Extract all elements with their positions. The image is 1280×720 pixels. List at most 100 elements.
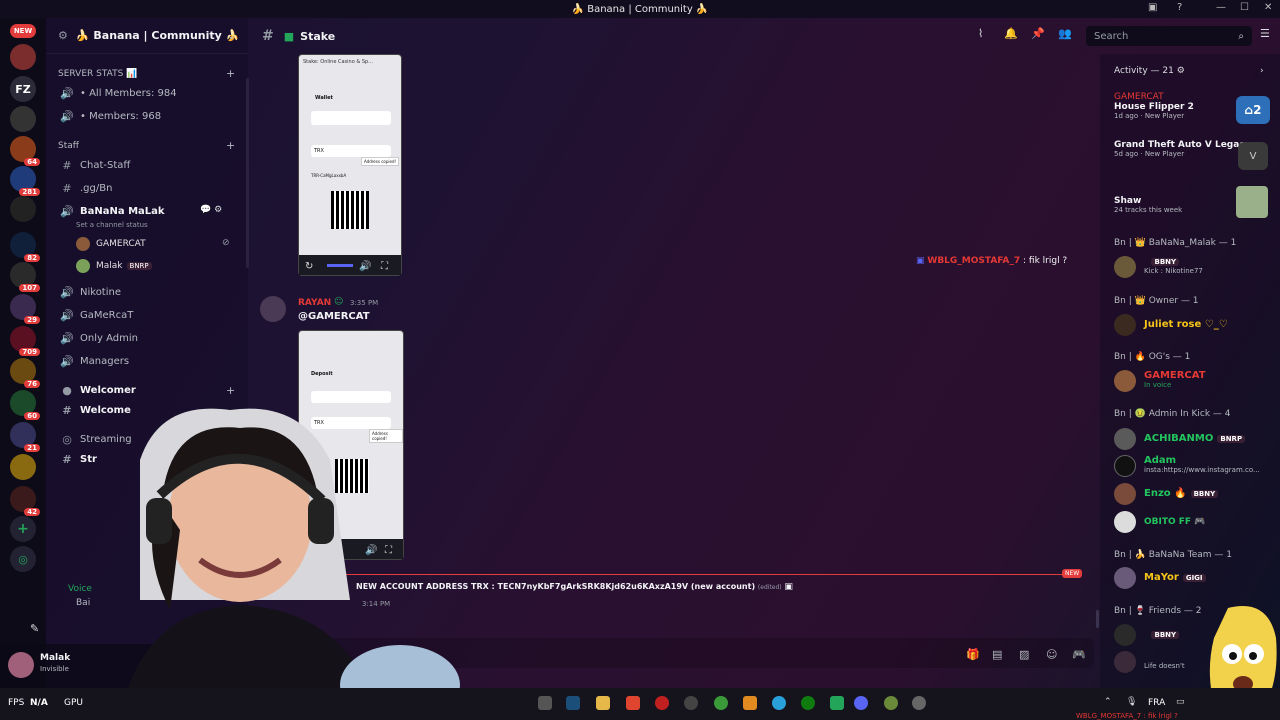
- server-icon[interactable]: 281: [10, 166, 40, 196]
- server-icon[interactable]: [10, 44, 36, 70]
- channel-managers[interactable]: 🔊 Managers: [60, 352, 129, 370]
- channel-title: Stake: [300, 29, 336, 43]
- avatar[interactable]: [8, 652, 34, 678]
- app-icon[interactable]: [684, 696, 698, 710]
- member-list-icon[interactable]: 👥: [1058, 27, 1072, 40]
- add-server-icon[interactable]: +: [10, 516, 36, 542]
- voice-user[interactable]: GAMERCAT: [76, 235, 146, 253]
- member-row[interactable]: ACHIBANMO BNRP: [1114, 428, 1246, 450]
- chevron-right-icon[interactable]: ›: [1260, 66, 1264, 76]
- category-staff[interactable]: Staff: [58, 141, 79, 151]
- close-button[interactable]: ✕: [1264, 2, 1272, 13]
- channel-only-admin[interactable]: 🔊 Only Admin: [60, 329, 138, 347]
- server-icon[interactable]: FZ: [10, 76, 36, 102]
- taskbar-app-icon[interactable]: [538, 696, 552, 710]
- chat-scrollbar[interactable]: [1096, 610, 1099, 628]
- chrome-icon[interactable]: [714, 696, 728, 710]
- member-row[interactable]: Life doesn't: [1114, 651, 1185, 673]
- discover-icon[interactable]: ◎: [10, 546, 36, 572]
- play-icon[interactable]: [830, 696, 844, 710]
- steam-icon[interactable]: [566, 696, 580, 710]
- add-channel-icon[interactable]: +: [226, 384, 235, 397]
- gif-icon[interactable]: ▤: [992, 648, 1002, 661]
- channel-nikotine[interactable]: 🔊 Nikotine: [60, 283, 121, 301]
- channel-gg-bn[interactable]: # .gg/Bn: [60, 179, 112, 197]
- member-row[interactable]: BBNY Kick : Nikotine77: [1114, 256, 1203, 278]
- voice-channel-banana-malak[interactable]: 🔊 BaNaNa MaLak: [60, 202, 164, 220]
- member-row[interactable]: Juliet rose ♡_♡: [1114, 314, 1228, 336]
- add-channel-icon[interactable]: +: [226, 139, 235, 152]
- search-input[interactable]: Search ⌕: [1086, 26, 1252, 46]
- mic-icon[interactable]: 🎙: [1126, 697, 1137, 707]
- message-author[interactable]: WBLG_MOSTAFA_7: [927, 256, 1020, 266]
- avatar[interactable]: [260, 296, 286, 322]
- channel-settings-icon[interactable]: 💬 ⚙: [200, 205, 222, 215]
- sidebar-scrollbar[interactable]: [246, 78, 249, 268]
- inbox-icon[interactable]: ▣: [1148, 2, 1157, 13]
- gift-icon[interactable]: 🎁: [966, 648, 980, 661]
- volume-icon[interactable]: 🔊: [359, 261, 371, 272]
- maximize-button[interactable]: ☐: [1240, 2, 1249, 13]
- language-indicator[interactable]: FRA: [1148, 698, 1165, 708]
- help-icon[interactable]: ?: [1177, 2, 1182, 13]
- channel-members[interactable]: 🔊 • Members: 968: [60, 107, 161, 125]
- app-icon[interactable]: [743, 696, 757, 710]
- server-icon[interactable]: [10, 196, 36, 222]
- server-icon[interactable]: 709: [10, 326, 40, 356]
- threads-icon[interactable]: ⌇: [978, 27, 983, 40]
- inbox-icon[interactable]: ☰: [1260, 27, 1270, 40]
- telegram-icon[interactable]: [772, 696, 786, 710]
- category-server-stats[interactable]: SERVER STATS 📊: [58, 69, 137, 79]
- emoji-icon[interactable]: ☺: [1046, 648, 1057, 661]
- member-row[interactable]: BBNY: [1114, 624, 1180, 646]
- member-row[interactable]: OBITO FF 🎮: [1114, 511, 1205, 533]
- disconnect-icon[interactable]: ✎: [30, 622, 39, 635]
- member-row[interactable]: Enzo 🔥 BBNY: [1114, 483, 1219, 505]
- channel-status-hint[interactable]: Set a channel status: [76, 221, 148, 229]
- member-row[interactable]: Adam insta:https://www.instagram.co...: [1114, 455, 1260, 477]
- message-author[interactable]: RAYAN: [298, 298, 331, 308]
- server-icon[interactable]: [10, 454, 36, 480]
- minimize-button[interactable]: —: [1216, 2, 1226, 13]
- chevron-up-icon[interactable]: ⌃: [1104, 697, 1112, 707]
- server-icon[interactable]: 60: [10, 390, 40, 420]
- xbox-icon[interactable]: [801, 696, 815, 710]
- voice-user[interactable]: Malak BNRP: [76, 257, 152, 275]
- activity-header[interactable]: Activity — 21 ⚙: [1114, 66, 1185, 76]
- category-welcomer[interactable]: ● Welcomer: [60, 381, 136, 399]
- server-icon[interactable]: 64: [10, 136, 40, 166]
- discord-icon[interactable]: [854, 696, 868, 710]
- app-icon[interactable]: [655, 696, 669, 710]
- member-row[interactable]: GAMERCAT In voice: [1114, 370, 1206, 392]
- server-header[interactable]: ⚙ 🍌 Banana | Community 🍌 ⌄: [46, 18, 248, 54]
- member-row[interactable]: MaYor GIGI: [1114, 567, 1206, 589]
- apps-icon[interactable]: 🎮: [1072, 648, 1086, 661]
- fullscreen-icon[interactable]: ⛶: [381, 261, 388, 272]
- sticker-icon[interactable]: ▨: [1019, 648, 1029, 661]
- server-icon[interactable]: [10, 106, 36, 132]
- pin-icon[interactable]: 📌: [1031, 27, 1045, 40]
- settings-icon[interactable]: [912, 696, 926, 710]
- user-name: Malak: [40, 653, 71, 663]
- channel-gamercat[interactable]: 🔊 GaMeRcaT: [60, 306, 133, 324]
- server-icon[interactable]: 107: [10, 262, 40, 292]
- bell-icon[interactable]: 🔔: [1004, 27, 1018, 40]
- replay-icon[interactable]: ↻: [305, 261, 313, 272]
- folder-icon[interactable]: [596, 696, 610, 710]
- volume-slider[interactable]: [327, 264, 353, 267]
- server-icon[interactable]: 82: [10, 232, 40, 262]
- brave-icon[interactable]: [626, 696, 640, 710]
- member-name: OBITO FF 🎮: [1144, 517, 1206, 527]
- server-icon[interactable]: 21: [10, 422, 40, 452]
- channel-str[interactable]: # Str: [60, 450, 97, 468]
- message-mention[interactable]: @GAMERCAT: [298, 311, 370, 322]
- app-icon[interactable]: [884, 696, 898, 710]
- message-image[interactable]: Stake: Online Casino & Sp... Wallet TRX …: [298, 54, 402, 276]
- server-icon[interactable]: 29: [10, 294, 40, 324]
- network-icon[interactable]: ▭: [1176, 697, 1185, 707]
- channel-chat-staff[interactable]: # Chat-Staff: [60, 156, 130, 174]
- server-icon[interactable]: 76: [10, 358, 40, 388]
- add-channel-icon[interactable]: +: [226, 67, 235, 80]
- channel-all-members[interactable]: 🔊 • All Members: 984: [60, 84, 177, 102]
- server-icon[interactable]: 42: [10, 486, 40, 516]
